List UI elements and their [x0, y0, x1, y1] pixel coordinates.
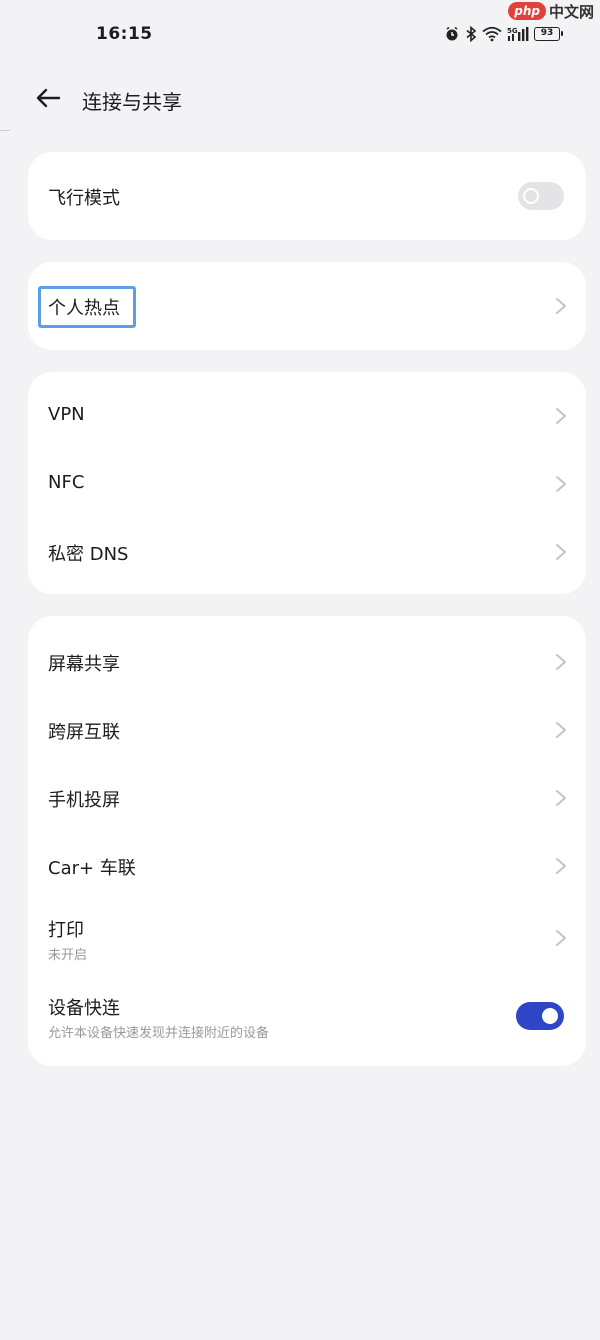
- watermark-php: php: [508, 2, 546, 20]
- vpn-label: VPN: [48, 404, 85, 425]
- quick-connect-row[interactable]: 设备快连 允许本设备快速发现并连接附近的设备: [28, 980, 586, 1054]
- status-time: 16:15: [96, 24, 153, 44]
- airplane-mode-label: 飞行模式: [48, 188, 120, 209]
- car-connect-row[interactable]: Car+ 车联: [28, 832, 586, 900]
- car-connect-label: Car+ 车联: [48, 858, 136, 879]
- screen-share-label: 屏幕共享: [48, 654, 120, 675]
- phone-cast-label: 手机投屏: [48, 790, 120, 811]
- chevron-right-icon: [556, 722, 566, 738]
- watermark-site: 中文网: [548, 2, 594, 21]
- airplane-mode-toggle[interactable]: [518, 182, 564, 210]
- sharing-card: 屏幕共享 跨屏互联 手机投屏 Car+ 车联 打印 未开启 设备快连 允许本设备…: [28, 616, 586, 1066]
- print-row[interactable]: 打印 未开启: [28, 902, 586, 974]
- bluetooth-icon: [465, 26, 477, 42]
- chevron-right-icon: [556, 654, 566, 670]
- airplane-card: 飞行模式: [28, 152, 586, 240]
- quick-connect-desc: 允许本设备快速发现并连接附近的设备: [48, 1026, 270, 1041]
- cross-screen-row[interactable]: 跨屏互联: [28, 696, 586, 764]
- toggle-knob: [523, 188, 539, 204]
- chevron-right-icon: [556, 790, 566, 806]
- toggle-knob: [542, 1008, 558, 1024]
- alarm-icon: [444, 26, 460, 42]
- status-icons: 5G 93: [444, 22, 563, 46]
- hotspot-label: 个人热点: [48, 298, 120, 319]
- private-dns-row[interactable]: 私密 DNS: [28, 518, 586, 586]
- cross-screen-label: 跨屏互联: [48, 722, 120, 743]
- print-label: 打印: [48, 920, 84, 941]
- chevron-right-icon: [556, 930, 566, 946]
- page-title: 连接与共享: [82, 90, 182, 114]
- hotspot-card: 个人热点: [28, 262, 586, 350]
- svg-text:5G: 5G: [507, 27, 518, 35]
- battery-icon: 93: [534, 27, 563, 41]
- app-header: 连接与共享: [0, 72, 600, 128]
- network-card: VPN NFC 私密 DNS: [28, 372, 586, 594]
- divider: [0, 130, 10, 131]
- phone-cast-row[interactable]: 手机投屏: [28, 764, 586, 832]
- quick-connect-toggle[interactable]: [516, 1002, 564, 1030]
- watermark-logo: php 中文网: [508, 0, 594, 22]
- back-button[interactable]: [30, 84, 66, 116]
- cellular-5g-icon: 5G: [507, 26, 529, 42]
- airplane-mode-row[interactable]: 飞行模式: [28, 162, 586, 230]
- arrow-left-icon: [35, 87, 61, 113]
- nfc-label: NFC: [48, 472, 85, 493]
- chevron-right-icon: [556, 298, 566, 314]
- chevron-right-icon: [556, 476, 566, 492]
- quick-connect-label: 设备快连: [48, 998, 120, 1019]
- chevron-right-icon: [556, 408, 566, 424]
- chevron-right-icon: [556, 858, 566, 874]
- nfc-row[interactable]: NFC: [28, 450, 586, 518]
- print-status: 未开启: [48, 948, 88, 963]
- screen-share-row[interactable]: 屏幕共享: [28, 628, 586, 696]
- private-dns-label: 私密 DNS: [48, 544, 129, 565]
- chevron-right-icon: [556, 544, 566, 560]
- hotspot-row[interactable]: 个人热点: [28, 272, 586, 340]
- vpn-row[interactable]: VPN: [28, 382, 586, 450]
- wifi-icon: [482, 26, 502, 42]
